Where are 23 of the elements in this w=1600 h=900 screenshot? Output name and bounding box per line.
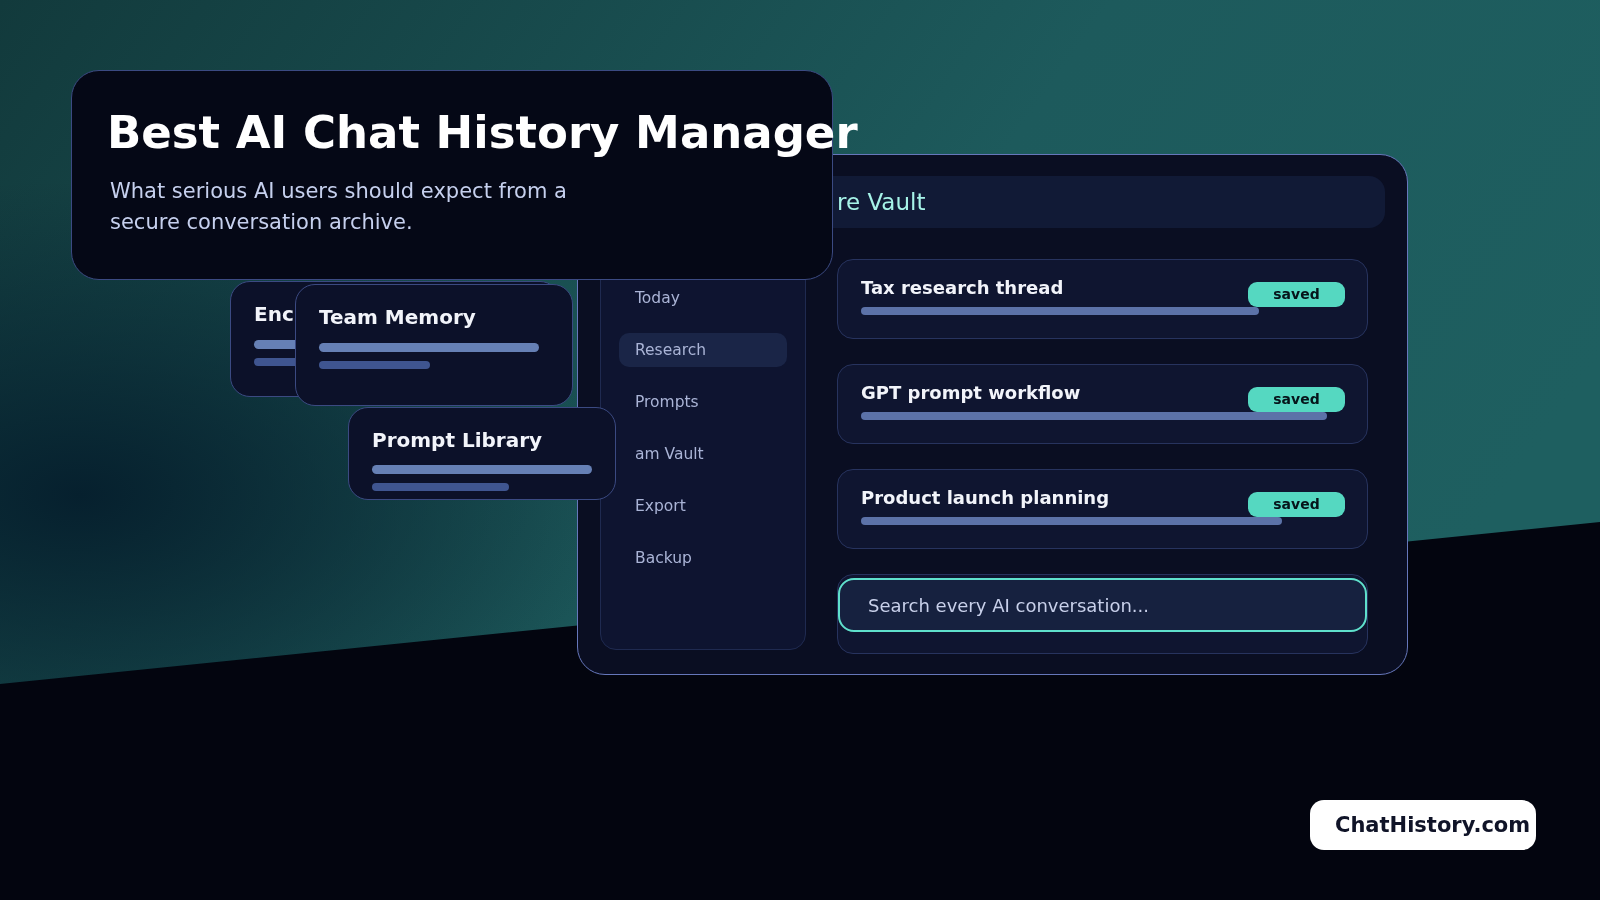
sidebar-item[interactable]: Prompts xyxy=(619,385,787,419)
vault-title: re Vault xyxy=(837,189,926,215)
sidebar-item[interactable]: Export xyxy=(619,489,787,523)
conversation-card[interactable]: Tax research thread saved xyxy=(837,259,1368,339)
headline: Best AI Chat History Manager xyxy=(107,105,858,161)
feature-title: Enc xyxy=(254,302,294,326)
saved-badge: saved xyxy=(1248,282,1345,307)
feature-title: Prompt Library xyxy=(372,428,543,452)
saved-badge: saved xyxy=(1248,387,1345,412)
conversation-title: Product launch planning xyxy=(861,487,1110,508)
conversation-title: Tax research thread xyxy=(861,277,1064,298)
conversation-title: GPT prompt workflow xyxy=(861,382,1081,403)
search-field[interactable]: Search every AI conversation... xyxy=(838,578,1367,632)
sidebar-item[interactable]: Today xyxy=(619,281,787,315)
conversation-card[interactable]: GPT prompt workflow saved xyxy=(837,364,1368,444)
subtitle: What serious AI users should expect from a secure conversation archive. xyxy=(110,178,568,236)
sidebar-item[interactable]: am Vault xyxy=(619,437,787,471)
feature-title: Team Memory xyxy=(319,305,476,329)
saved-badge: saved xyxy=(1248,492,1345,517)
conversation-card[interactable]: Product launch planning saved xyxy=(837,469,1368,549)
sidebar-item[interactable]: Research xyxy=(619,333,787,367)
sidebar-item[interactable]: Backup xyxy=(619,541,787,575)
brand-name: ChatHistory.com xyxy=(1335,813,1531,837)
